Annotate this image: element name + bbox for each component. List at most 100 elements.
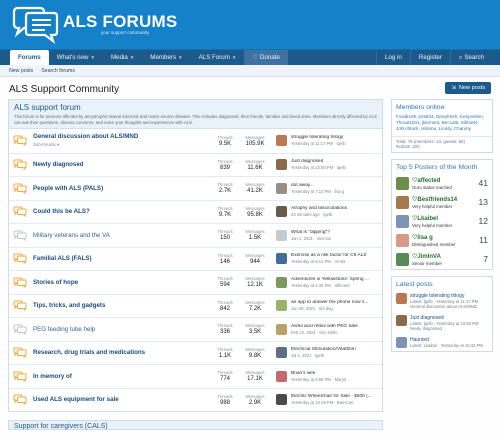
avatar[interactable]	[276, 370, 287, 382]
chevron-down-icon[interactable]: ▼	[91, 55, 95, 60]
avatar[interactable]	[276, 159, 287, 171]
latest-post-item[interactable]: Just diagnosed Latest: lgelb · Yesterday …	[392, 313, 492, 335]
avatar[interactable]	[276, 135, 287, 147]
last-post-title[interactable]: Just diagnosed	[291, 159, 379, 164]
nav-members[interactable]: Members ▼	[142, 50, 190, 65]
latest-post-item[interactable]: Haunted Latest: Lkaibel · Yesterday at 10…	[392, 335, 492, 352]
avatar[interactable]	[276, 276, 287, 288]
avatar[interactable]	[396, 233, 409, 247]
top-poster-item[interactable]: ♡JimInVA Senior member 7	[392, 250, 492, 269]
avatar[interactable]	[396, 214, 409, 228]
avatar[interactable]	[396, 176, 409, 190]
forum-title[interactable]: Newly diagnosed	[33, 161, 210, 168]
forum-row[interactable]: PEG feeding tube help Threads 336 Messages 3…	[9, 317, 382, 341]
avatar[interactable]	[276, 182, 287, 194]
last-post-title[interactable]: What is "dipping"?	[291, 230, 379, 235]
last-post-title[interactable]: Electrical Stimulation/VitalStim	[291, 347, 379, 352]
nav-media[interactable]: Media ▼	[103, 50, 142, 65]
forum-row[interactable]: Newly diagnosed Threads 839 Messages 11.6K Ju…	[9, 152, 382, 177]
top-poster-item[interactable]: ♡Lkaibel Very helpful member 12	[392, 212, 492, 231]
chevron-down-icon[interactable]: ▼	[130, 55, 134, 60]
last-post-meta[interactable]: Jul 1, 2021 · lgelb	[291, 353, 379, 358]
forum-row[interactable]: People with ALS (PALS) Threads 2.7K Message…	[9, 176, 382, 200]
avatar[interactable]	[276, 300, 287, 312]
latest-post-meta[interactable]: Latest: Lkaibel · Yesterday at 10:42 PM	[410, 343, 483, 349]
search-link[interactable]: ⌕ Search	[449, 50, 492, 65]
poster-name[interactable]: ♡affected	[412, 177, 452, 184]
next-category-title[interactable]: Support for caregivers (CALS)	[14, 423, 108, 430]
forum-row[interactable]: In memory of Threads 774 Messages 17.1K Brian…	[9, 364, 382, 388]
forum-row[interactable]: Research, drug trials and medications Thr…	[9, 340, 382, 365]
last-post-meta[interactable]: Yesterday at 7:10 PM · lisa g	[291, 189, 379, 194]
last-post-title[interactable]: Brian's wife	[291, 371, 379, 376]
members-online-title[interactable]: Members online	[392, 100, 492, 114]
forum-title[interactable]: Could this be ALS?	[33, 208, 210, 215]
poster-name[interactable]: ♡JimInVA	[412, 253, 442, 260]
last-post-meta[interactable]: Yesterday at 10:50 PM · lgelb	[291, 165, 379, 170]
poster-name[interactable]: ♡Bestfriends14	[412, 196, 457, 203]
last-post-title[interactable]: Awful acid reflux with PEG tube	[291, 324, 379, 329]
avatar[interactable]	[276, 253, 287, 265]
nav-whats-new[interactable]: What's new ▼	[49, 50, 103, 65]
last-post-title[interactable]: dot away...	[291, 183, 379, 188]
last-post-title[interactable]: Adventures in Yellowstone: Spring ...	[291, 277, 379, 282]
subforums-toggle[interactable]: Sub-forums ▾	[33, 142, 210, 148]
last-post-meta[interactable]: Yesterday at 4:46 PM · affected	[291, 283, 379, 288]
avatar[interactable]	[396, 292, 407, 304]
forum-title[interactable]: Familial ALS (FALS)	[33, 255, 210, 262]
last-post-title[interactable]: struggle tolerating trilogy	[291, 135, 379, 140]
last-post-title[interactable]: Exercise as a risk factor for C9 ALS	[291, 253, 379, 258]
nav-als-forum[interactable]: ALS Forum ▼	[191, 50, 245, 65]
new-posts-button[interactable]: ⇲ New posts	[445, 82, 491, 94]
subnav-new-posts[interactable]: New posts	[9, 68, 33, 74]
forum-title[interactable]: Used ALS equipment for sale	[33, 396, 210, 403]
login-link[interactable]: Log in	[376, 50, 410, 65]
last-post-title[interactable]: an app to answer the phone now s...	[291, 300, 379, 305]
last-post-meta[interactable]: Feb 22, 2021 · Kim Orillo	[291, 330, 379, 335]
forum-row[interactable]: Could this be ALS? Threads 9.7K Messages 95.…	[9, 199, 382, 224]
last-post-meta[interactable]: Jun 1, 2021 · micmon	[291, 236, 379, 241]
forum-title[interactable]: People with ALS (PALS)	[33, 185, 210, 192]
forum-logo-icon[interactable]	[10, 6, 60, 46]
poster-name[interactable]: ♡Lkaibel	[412, 215, 452, 222]
forum-title[interactable]: PEG feeding tube help	[33, 326, 210, 333]
nav-donate[interactable]: ♡ Donate	[244, 50, 288, 65]
last-post-meta[interactable]: 23 minutes ago · lgelb	[291, 212, 379, 217]
nav-forums[interactable]: Forums	[10, 50, 49, 65]
top-poster-item[interactable]: ♡Bestfriends14 Very helpful member 13	[392, 193, 492, 212]
last-post-meta[interactable]: Yesterday at 10:28 PM · BamCarr	[291, 400, 379, 405]
latest-post-forum[interactable]: General discussion about ALS/MND	[410, 304, 478, 310]
category-title[interactable]: ALS support forum	[14, 103, 377, 112]
forum-title[interactable]: Military veterans and the VA	[33, 232, 210, 239]
forum-title[interactable]: Stories of hope	[33, 279, 210, 286]
forum-row[interactable]: Military veterans and the VA Threads 150 Me…	[9, 223, 382, 247]
avatar[interactable]	[396, 336, 407, 348]
last-post-meta[interactable]: Jun 28, 2021 · old dog	[291, 306, 379, 311]
forum-title[interactable]: Tips, tricks, and gadgets	[33, 302, 210, 309]
avatar[interactable]	[276, 206, 287, 218]
avatar[interactable]	[276, 229, 287, 241]
chevron-down-icon[interactable]: ▼	[232, 55, 236, 60]
members-online-list[interactable]: Foxidi109, jm5834, Deepfresh, Keepnstein…	[392, 114, 492, 136]
forum-row[interactable]: Tips, tricks, and gadgets Threads 842 Messa…	[9, 293, 382, 318]
avatar[interactable]	[396, 195, 409, 209]
latest-post-forum[interactable]: Newly diagnosed	[410, 326, 478, 332]
forum-row[interactable]: General discussion about ALS/MND Sub-foru…	[9, 129, 382, 153]
forum-row[interactable]: Used ALS equipment for sale Threads 988 Mes…	[9, 387, 382, 412]
poster-name[interactable]: ♡lisa g	[412, 234, 456, 241]
last-post-title[interactable]: Atrophy and fasciculations	[291, 206, 379, 211]
last-post-meta[interactable]: Yesterday at 8:12 PM · AmSk	[291, 259, 379, 264]
avatar[interactable]	[396, 314, 407, 326]
forum-row[interactable]: Familial ALS (FALS) Threads 146 Messages 944…	[9, 246, 382, 271]
forum-title[interactable]: General discussion about ALS/MND	[33, 133, 210, 140]
last-post-title[interactable]: Electric Wheelchair for Sale - $500 (...	[291, 394, 379, 399]
last-post-meta[interactable]: Yesterday at 11:17 PM · lgelb	[291, 141, 379, 146]
avatar[interactable]	[396, 252, 409, 266]
top-poster-item[interactable]: ♡affected Guru status reached 41	[392, 174, 492, 193]
avatar[interactable]	[276, 394, 287, 406]
chevron-down-icon[interactable]: ▼	[178, 55, 182, 60]
avatar[interactable]	[276, 323, 287, 335]
site-title[interactable]: ALS FORUMS	[63, 12, 177, 32]
avatar[interactable]	[276, 347, 287, 359]
forum-row[interactable]: Stories of hope Threads 594 Messages 12.1K Ad…	[9, 270, 382, 294]
